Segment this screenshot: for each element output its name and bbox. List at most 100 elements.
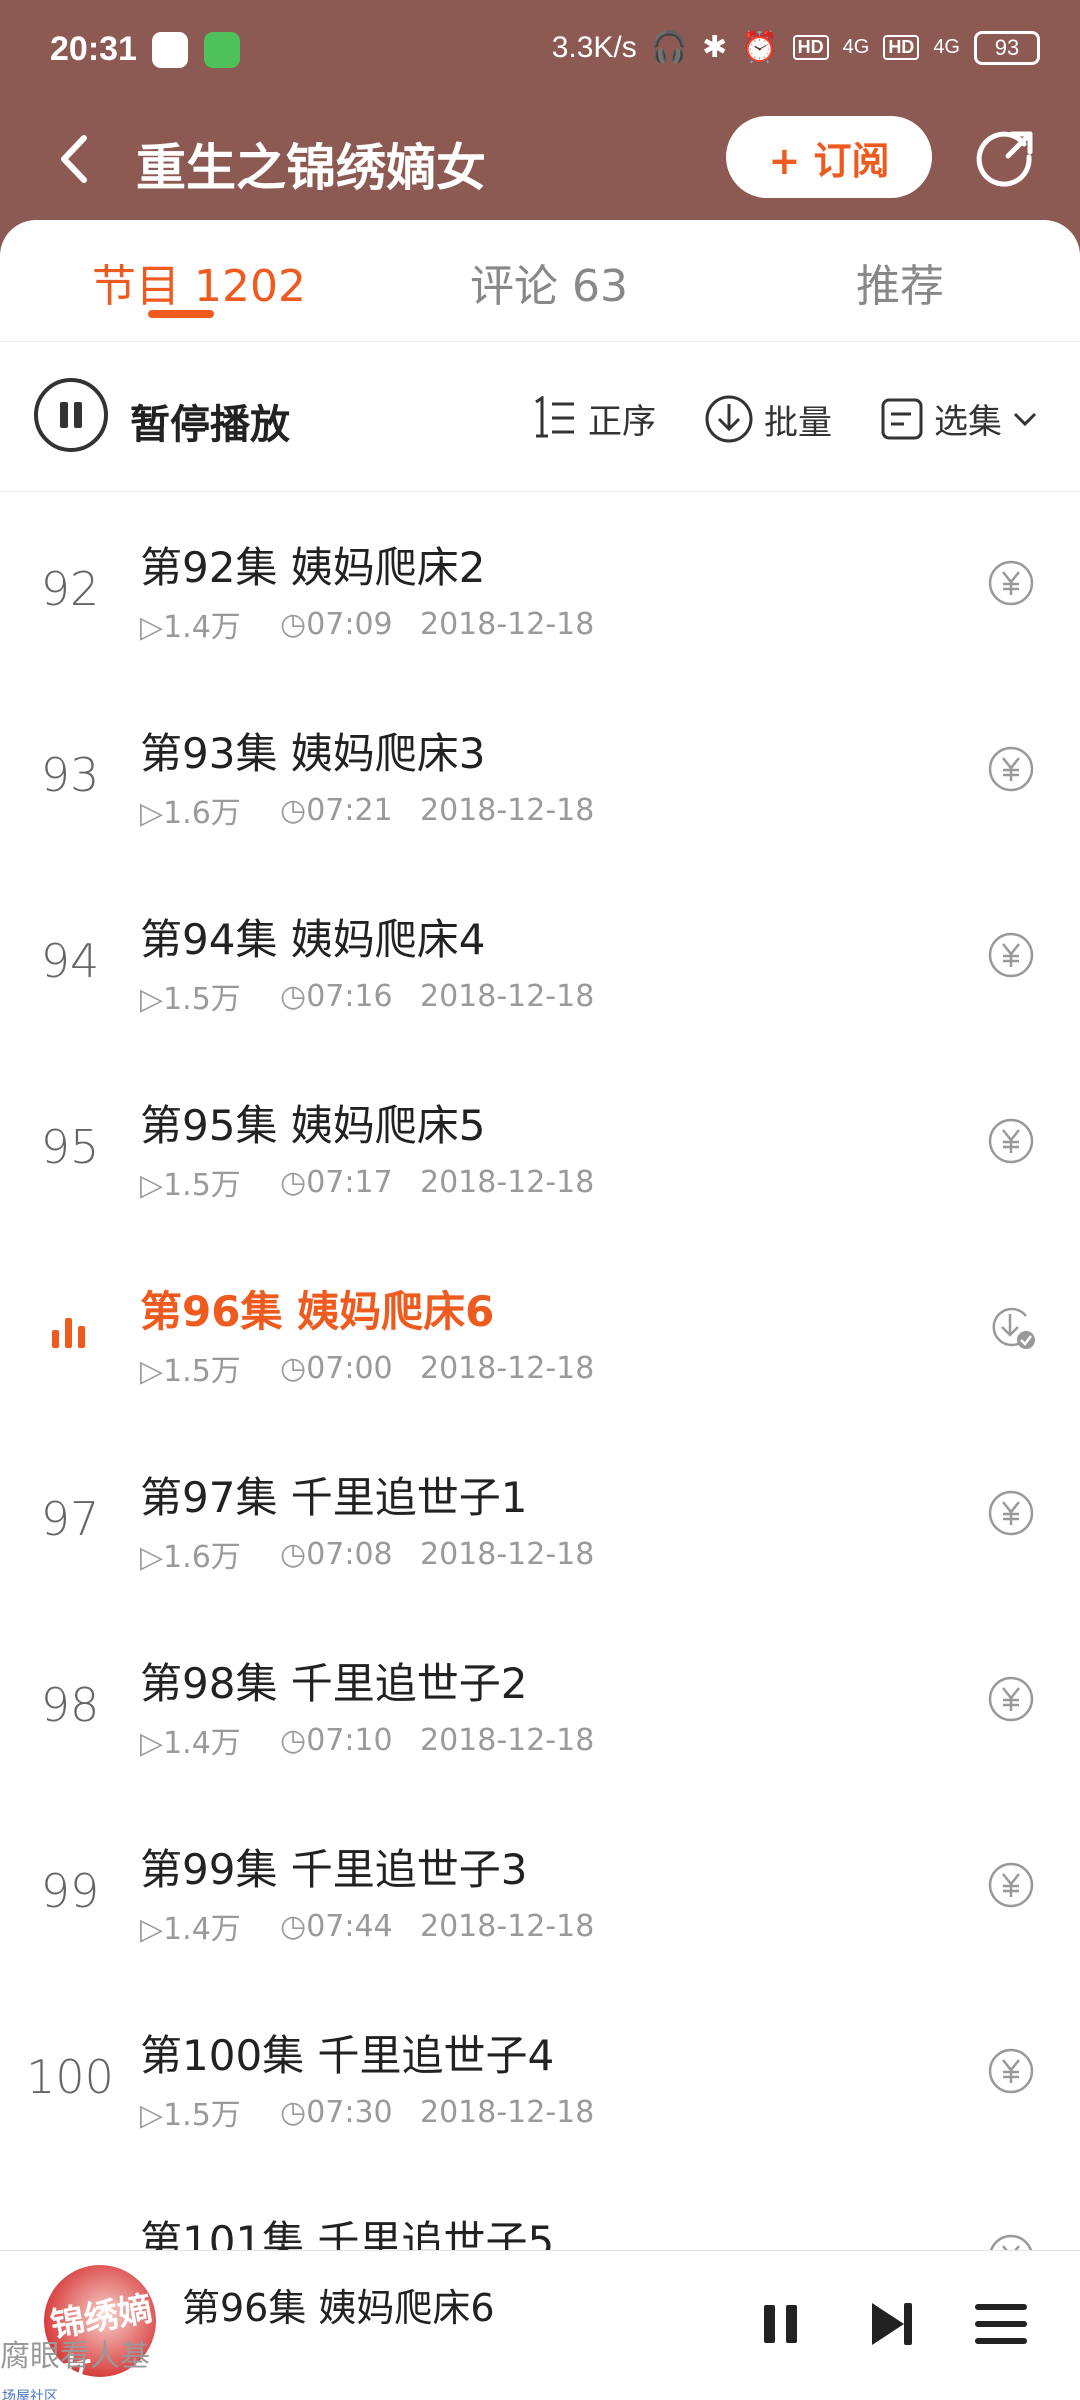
play-count: ▷1.4万 bbox=[140, 1904, 276, 1948]
clock-icon: ◷ bbox=[280, 978, 307, 1014]
select-episodes-button[interactable]: 选集 bbox=[880, 394, 1038, 443]
play-count-value: 1.4万 bbox=[163, 1726, 241, 1761]
play-count-value: 1.5万 bbox=[163, 1354, 241, 1389]
clock-icon: ◷ bbox=[280, 606, 307, 642]
play-count-icon: ▷ bbox=[140, 1354, 164, 1389]
tab-recommend-label: 推荐 bbox=[856, 261, 944, 312]
batch-label: 批量 bbox=[764, 402, 832, 443]
subscribe-button[interactable]: + 订阅 bbox=[726, 116, 932, 198]
duration-value: 07:17 bbox=[306, 1164, 393, 1200]
publish-date: 2018-12-18 bbox=[420, 2094, 595, 2130]
next-track-icon[interactable] bbox=[860, 2291, 926, 2357]
play-count-value: 1.4万 bbox=[163, 610, 241, 645]
duration: ◷07:16 bbox=[280, 979, 420, 1014]
now-playing-subtitle: 腐眼看人基 bbox=[0, 2339, 150, 2374]
publish-date: 2018-12-18 bbox=[420, 1164, 595, 1200]
episode-row[interactable]: 99 第99集 千里追世子3 ▷1.4万 ◷07:44 2018-12-18 bbox=[0, 1794, 1080, 1980]
duration-value: 07:44 bbox=[306, 1908, 393, 1944]
bluetooth-icon: ✱ bbox=[702, 31, 728, 64]
tab-programs[interactable]: 节目 1202 bbox=[92, 250, 306, 314]
page-title: 重生之锦绣嫡女 bbox=[136, 139, 486, 197]
episode-row[interactable]: 第96集 姨妈爬床6 ▷1.5万 ◷07:00 2018-12-18 bbox=[0, 1236, 1080, 1422]
episode-number: 92 bbox=[40, 562, 100, 616]
duration: ◷07:10 bbox=[280, 1723, 420, 1758]
paid-yuan-icon[interactable] bbox=[986, 930, 1036, 980]
download-icon bbox=[705, 395, 753, 443]
play-count: ▷1.5万 bbox=[140, 974, 276, 1018]
clock-icon: ◷ bbox=[280, 792, 307, 828]
episode-row[interactable]: 93 第93集 姨妈爬床3 ▷1.6万 ◷07:21 2018-12-18 bbox=[0, 678, 1080, 864]
status-time: 20:31 bbox=[50, 30, 137, 68]
publish-date: 2018-12-18 bbox=[420, 792, 595, 828]
episode-number: 98 bbox=[40, 1678, 100, 1732]
episode-meta: ▷1.4万 ◷07:09 2018-12-18 bbox=[140, 602, 594, 646]
headphone-icon: 🎧 bbox=[650, 31, 689, 64]
downloaded-icon[interactable] bbox=[986, 1302, 1036, 1352]
sort-order-button[interactable]: 正序 bbox=[532, 394, 656, 443]
header: 重生之锦绣嫡女 + 订阅 bbox=[0, 100, 1080, 220]
play-count-value: 1.5万 bbox=[163, 2098, 241, 2133]
share-icon[interactable] bbox=[974, 124, 1040, 190]
tab-comments[interactable]: 评论 63 bbox=[470, 250, 628, 314]
duration: ◷07:21 bbox=[280, 793, 420, 828]
play-count: ▷1.6万 bbox=[140, 788, 276, 832]
pause-all-button[interactable] bbox=[34, 378, 108, 452]
now-playing-title: 第96集 姨妈爬床6 bbox=[182, 2286, 495, 2330]
episode-meta: ▷1.5万 ◷07:17 2018-12-18 bbox=[140, 1160, 594, 1204]
episode-number: 99 bbox=[40, 1864, 100, 1918]
paid-yuan-icon[interactable] bbox=[986, 1116, 1036, 1166]
chevron-down-icon bbox=[1013, 412, 1037, 426]
paid-yuan-icon[interactable] bbox=[986, 1488, 1036, 1538]
publish-date: 2018-12-18 bbox=[420, 1350, 595, 1386]
episode-title: 第100集 千里追世子4 bbox=[140, 2031, 555, 2080]
clock-icon: ◷ bbox=[280, 1350, 307, 1386]
play-count-icon: ▷ bbox=[140, 2098, 164, 2133]
pause-label[interactable]: 暂停播放 bbox=[130, 392, 290, 450]
back-arrow-icon[interactable] bbox=[50, 124, 100, 194]
publish-date: 2018-12-18 bbox=[420, 1722, 595, 1758]
episode-row[interactable]: 100 第100集 千里追世子4 ▷1.5万 ◷07:30 2018-12-18 bbox=[0, 1980, 1080, 2166]
paid-yuan-icon[interactable] bbox=[986, 558, 1036, 608]
clock-icon: ◷ bbox=[280, 2094, 307, 2130]
episode-meta: ▷1.6万 ◷07:08 2018-12-18 bbox=[140, 1532, 594, 1576]
episode-row[interactable]: 95 第95集 姨妈爬床5 ▷1.5万 ◷07:17 2018-12-18 bbox=[0, 1050, 1080, 1236]
episode-row[interactable]: 97 第97集 千里追世子1 ▷1.6万 ◷07:08 2018-12-18 bbox=[0, 1422, 1080, 1608]
playlist-icon[interactable] bbox=[968, 2291, 1034, 2357]
play-count-value: 1.5万 bbox=[163, 982, 241, 1017]
duration: ◷07:08 bbox=[280, 1537, 420, 1572]
paid-yuan-icon[interactable] bbox=[986, 2046, 1036, 2096]
duration: ◷07:30 bbox=[280, 2095, 420, 2130]
episode-title: 第97集 千里追世子1 bbox=[140, 1473, 528, 1522]
play-count-icon: ▷ bbox=[140, 982, 164, 1017]
duration: ◷07:09 bbox=[280, 607, 420, 642]
episode-title: 第92集 姨妈爬床2 bbox=[140, 543, 486, 592]
tab-programs-label: 节目 bbox=[92, 261, 180, 312]
episode-row[interactable]: 98 第98集 千里追世子2 ▷1.4万 ◷07:10 2018-12-18 bbox=[0, 1608, 1080, 1794]
batch-download-button[interactable]: 批量 bbox=[704, 394, 832, 444]
episode-meta: ▷1.4万 ◷07:44 2018-12-18 bbox=[140, 1904, 594, 1948]
mini-player[interactable]: 锦绣嫡女 第96集 姨妈爬床6 腐眼看人基 bbox=[0, 2250, 1080, 2400]
publish-date: 2018-12-18 bbox=[420, 606, 595, 642]
paid-yuan-icon[interactable] bbox=[986, 1674, 1036, 1724]
play-count-value: 1.6万 bbox=[163, 1540, 241, 1575]
publish-date: 2018-12-18 bbox=[420, 1536, 595, 1572]
play-count: ▷1.5万 bbox=[140, 1160, 276, 1204]
duration-value: 07:16 bbox=[306, 978, 393, 1014]
battery-icon: 93 bbox=[974, 30, 1040, 65]
paid-yuan-icon[interactable] bbox=[986, 1860, 1036, 1910]
tab-underline bbox=[148, 310, 214, 318]
paid-yuan-icon[interactable] bbox=[986, 744, 1036, 794]
clock-icon: ◷ bbox=[280, 1722, 307, 1758]
episode-title: 第98集 千里追世子2 bbox=[140, 1659, 528, 1708]
controls-bar: 暂停播放 正序 批量 选集 bbox=[0, 342, 1080, 492]
episode-row[interactable]: 92 第92集 姨妈爬床2 ▷1.4万 ◷07:09 2018-12-18 bbox=[0, 492, 1080, 678]
episode-number: 94 bbox=[40, 934, 100, 988]
episode-row[interactable]: 94 第94集 姨妈爬床4 ▷1.5万 ◷07:16 2018-12-18 bbox=[0, 864, 1080, 1050]
episode-meta: ▷1.5万 ◷07:00 2018-12-18 bbox=[140, 1346, 594, 1390]
tab-recommend[interactable]: 推荐 bbox=[856, 250, 944, 314]
duration: ◷07:00 bbox=[280, 1351, 420, 1386]
pause-icon[interactable] bbox=[748, 2291, 814, 2357]
episode-meta: ▷1.5万 ◷07:16 2018-12-18 bbox=[140, 974, 594, 1018]
episode-meta: ▷1.5万 ◷07:30 2018-12-18 bbox=[140, 2090, 594, 2134]
tab-bar: 节目 1202 评论 63 推荐 bbox=[0, 220, 1080, 342]
